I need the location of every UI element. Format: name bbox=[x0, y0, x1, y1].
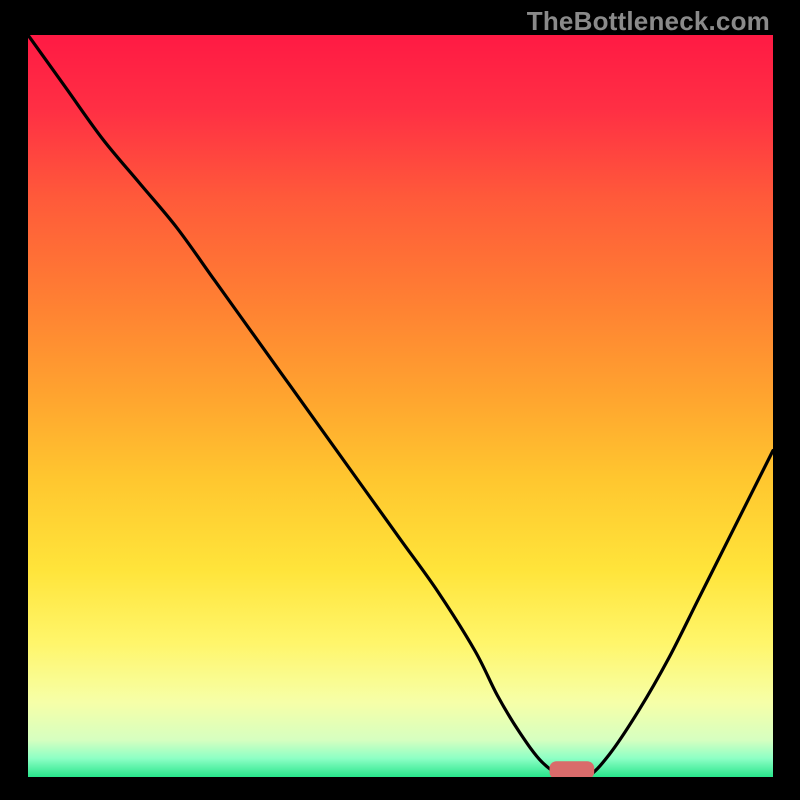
bottleneck-chart bbox=[28, 35, 773, 777]
gradient-background bbox=[28, 35, 773, 777]
chart-frame: TheBottleneck.com bbox=[0, 0, 800, 800]
optimal-marker bbox=[550, 761, 595, 777]
plot-area bbox=[28, 35, 773, 777]
watermark-label: TheBottleneck.com bbox=[527, 6, 770, 37]
